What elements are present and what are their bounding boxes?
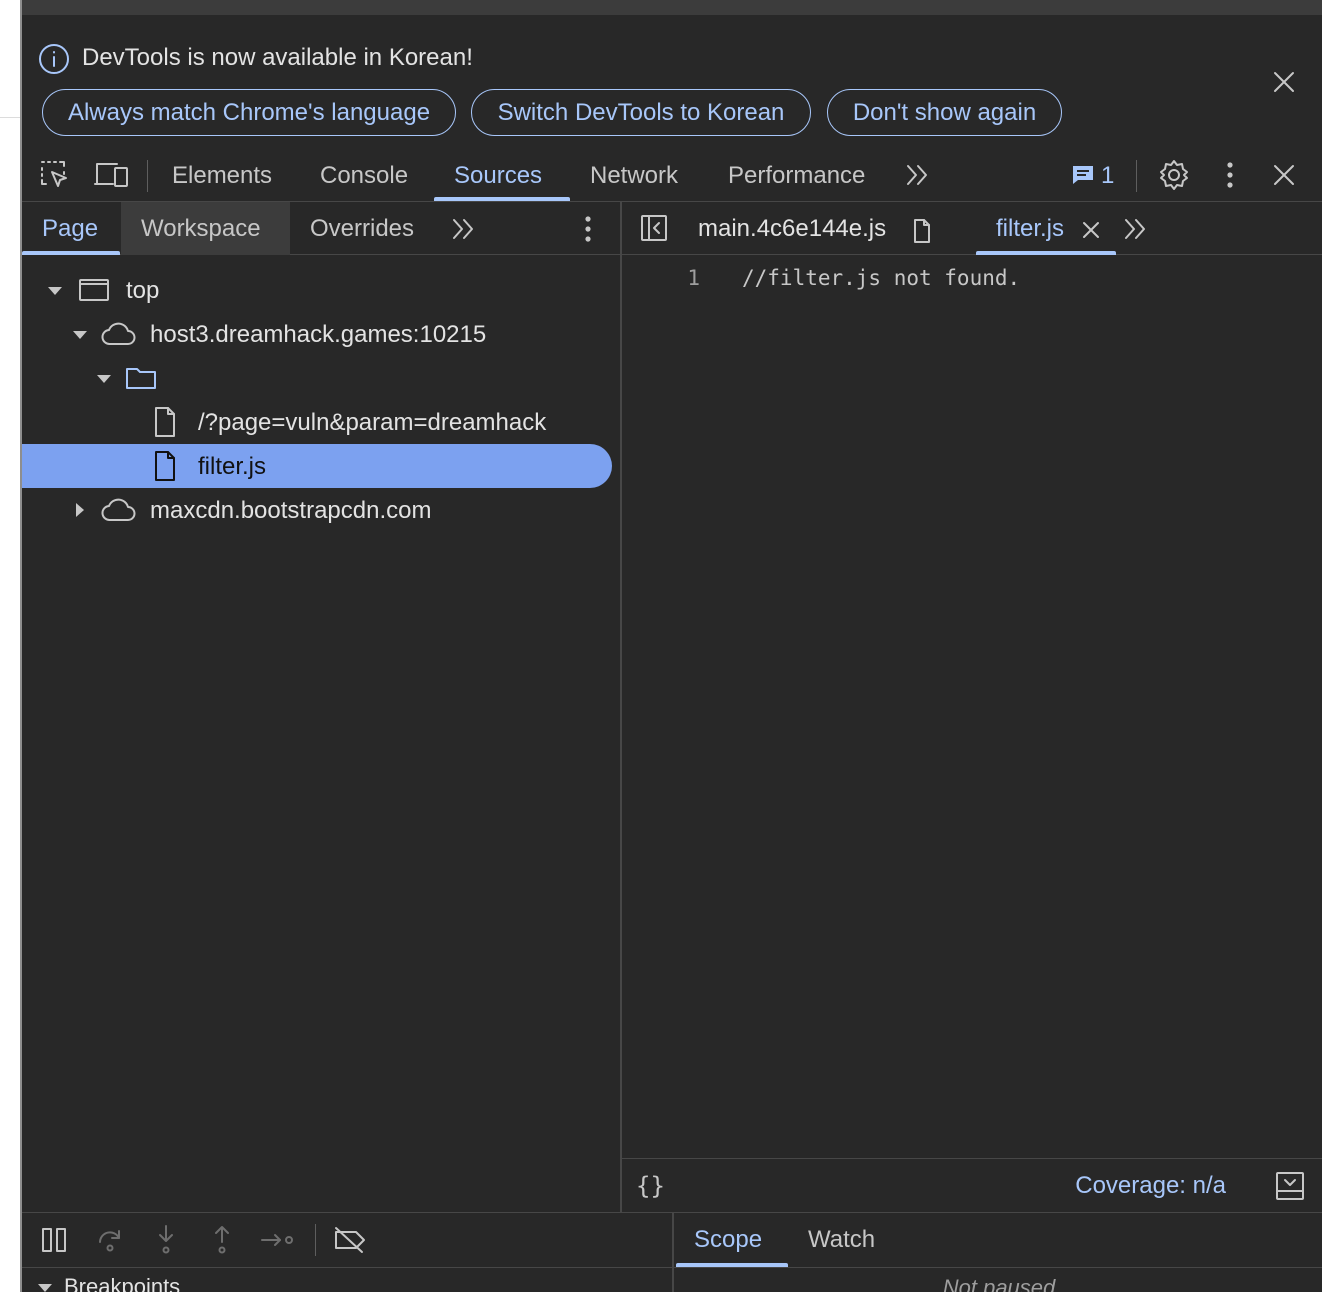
coverage-status[interactable]: Coverage: n/a <box>1040 1172 1226 1200</box>
issues-count[interactable]: 1 <box>1101 162 1114 190</box>
infobar-message: DevTools is now available in Korean! <box>82 44 473 71</box>
active-tab-indicator <box>22 251 120 255</box>
active-tab-indicator <box>434 197 570 201</box>
toggle-navigator-icon[interactable] <box>639 213 669 243</box>
more-tabs-icon[interactable] <box>904 161 932 189</box>
collapse-arrow-icon[interactable] <box>76 503 84 517</box>
more-tabs-icon[interactable] <box>1122 215 1150 243</box>
code-editor[interactable] <box>622 256 1322 1158</box>
folder-icon <box>124 365 158 391</box>
tab-console[interactable]: Console <box>320 150 408 202</box>
tree-item-folder[interactable] <box>22 356 612 400</box>
tree-item-top[interactable]: top <box>22 268 612 312</box>
frame-icon <box>78 277 110 303</box>
page-viewport-strip <box>0 0 22 1292</box>
expand-arrow-icon[interactable] <box>48 287 62 295</box>
step-icon[interactable] <box>260 1226 296 1254</box>
device-toolbar-icon[interactable] <box>93 158 129 192</box>
active-tab-indicator <box>976 251 1116 255</box>
toggle-debugger-icon[interactable] <box>1274 1170 1306 1202</box>
cloud-icon <box>100 320 138 348</box>
dont-show-again-button[interactable]: Don't show again <box>827 89 1062 136</box>
tab-sources[interactable]: Sources <box>454 150 542 202</box>
expand-arrow-icon[interactable] <box>38 1284 52 1292</box>
inspect-element-icon[interactable] <box>38 158 72 192</box>
panel-splitter[interactable] <box>672 1212 674 1292</box>
close-tab-icon[interactable] <box>1080 219 1102 241</box>
file-icon <box>152 406 178 438</box>
tab-overrides[interactable]: Overrides <box>310 202 414 255</box>
toolbar-divider <box>147 160 148 192</box>
step-into-icon[interactable] <box>152 1224 180 1256</box>
divider <box>0 117 22 118</box>
kebab-menu-icon[interactable] <box>1218 160 1242 195</box>
more-tabs-icon[interactable] <box>450 215 478 243</box>
close-icon[interactable] <box>1268 66 1300 98</box>
file-icon <box>152 450 178 482</box>
tree-label: top <box>126 277 160 304</box>
expand-arrow-icon[interactable] <box>97 375 111 383</box>
tab-network[interactable]: Network <box>590 150 678 202</box>
editor-tab-filter-js[interactable]: filter.js <box>996 202 1064 255</box>
line-number: 1 <box>687 266 700 290</box>
issues-icon[interactable] <box>1071 163 1095 192</box>
editor-tab-main-js[interactable]: main.4c6e144e.js <box>698 202 886 255</box>
tree-label: filter.js <box>198 453 267 480</box>
tree-label: /?page=vuln&param=dreamhack <box>198 409 547 436</box>
breakpoints-label: Breakpoints <box>64 1274 181 1292</box>
code-line[interactable]: //filter.js not found. <box>742 266 1020 290</box>
devtools-window: DevTools is now available in Korean! Alw… <box>0 0 1322 1292</box>
active-tab-indicator <box>676 1263 788 1267</box>
settings-gear-icon[interactable] <box>1157 158 1191 192</box>
tab-elements[interactable]: Elements <box>172 150 272 202</box>
always-match-language-button[interactable]: Always match Chrome's language <box>42 89 456 136</box>
file-icon <box>912 218 932 244</box>
breakpoints-section-header[interactable]: Breakpoints <box>22 1268 672 1292</box>
info-icon <box>38 43 70 75</box>
tree-label: maxcdn.bootstrapcdn.com <box>150 497 432 524</box>
tree-item-page-file[interactable]: /?page=vuln&param=dreamhack <box>22 400 612 444</box>
deactivate-breakpoints-icon[interactable] <box>332 1226 368 1254</box>
tab-workspace[interactable]: Workspace <box>141 202 261 255</box>
pretty-print-button[interactable]: {} <box>636 1172 665 1200</box>
close-devtools-icon[interactable] <box>1268 159 1300 191</box>
step-over-icon[interactable] <box>96 1226 124 1254</box>
not-paused-message: Not paused <box>942 1275 1056 1292</box>
tab-scope[interactable]: Scope <box>694 1214 762 1266</box>
tab-watch[interactable]: Watch <box>808 1214 875 1266</box>
tree-item-host[interactable]: host3.dreamhack.games:10215 <box>22 312 612 356</box>
tab-performance[interactable]: Performance <box>728 150 865 202</box>
switch-to-korean-button[interactable]: Switch DevTools to Korean <box>471 89 811 136</box>
tree-label: host3.dreamhack.games:10215 <box>150 321 487 348</box>
window-top-strip <box>22 0 1322 15</box>
tab-page[interactable]: Page <box>42 202 98 255</box>
toolbar-divider <box>315 1224 316 1256</box>
navigator-menu-icon[interactable] <box>576 214 600 249</box>
tree-item-cdn[interactable]: maxcdn.bootstrapcdn.com <box>22 488 612 532</box>
tree-item-filter-js[interactable]: filter.js <box>22 444 612 488</box>
cloud-icon <box>100 496 138 524</box>
pause-icon[interactable] <box>40 1226 68 1254</box>
toolbar-divider <box>1136 160 1137 192</box>
step-out-icon[interactable] <box>208 1224 236 1256</box>
expand-arrow-icon[interactable] <box>73 331 87 339</box>
